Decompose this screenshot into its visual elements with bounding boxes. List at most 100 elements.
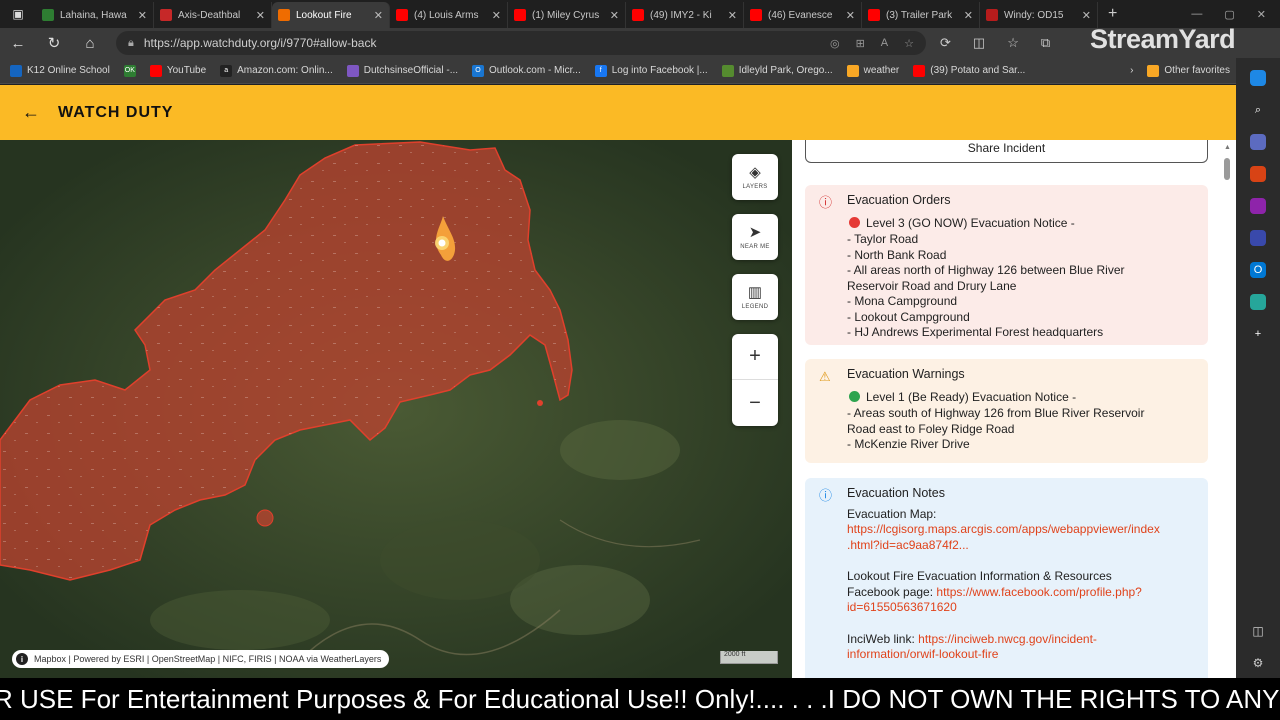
collections-icon[interactable]: ⧉	[1041, 35, 1050, 51]
copilot-icon[interactable]	[1250, 70, 1266, 86]
close-tab-icon[interactable]: ✕	[374, 9, 383, 22]
sidebar-toggle-icon[interactable]: ◫	[1252, 624, 1263, 638]
window-menu-icon[interactable]: ▣	[0, 0, 36, 28]
location-icon[interactable]: ◎	[830, 37, 840, 50]
layers-button[interactable]: ◈ LAYERS	[732, 154, 778, 200]
zoom-in-button[interactable]: +	[732, 334, 778, 380]
tab-favicon-icon	[986, 9, 998, 21]
app-icon[interactable]: ⊞	[856, 37, 865, 50]
extensions-icon[interactable]: ⟳	[940, 35, 951, 51]
evacuation-map-label: Evacuation Map:	[847, 506, 937, 521]
refresh-icon[interactable]: ↻	[36, 34, 72, 52]
brand-title: WATCH DUTY	[58, 103, 174, 121]
other-favorites-folder[interactable]: Other favorites	[1147, 64, 1230, 77]
add-icon[interactable]: +	[1250, 326, 1266, 342]
maximize-icon[interactable]: ▢	[1224, 8, 1234, 21]
home-icon[interactable]: ⌂	[72, 35, 108, 52]
browser-tab[interactable]: Lahaina, Hawa ✕	[36, 2, 154, 28]
scroll-up-icon[interactable]: ▲	[1224, 144, 1231, 151]
close-tab-icon[interactable]: ✕	[492, 9, 501, 22]
near-me-button[interactable]: ➤ NEAR ME	[732, 214, 778, 260]
browser-tab[interactable]: Axis-Deathbal ✕	[154, 2, 272, 28]
people-icon[interactable]	[1250, 198, 1266, 214]
bookmark-item[interactable]: K12 Online School	[10, 64, 110, 77]
red-status-dot-icon	[849, 216, 860, 228]
split-screen-icon[interactable]: ◫	[973, 35, 985, 51]
bookmark-item[interactable]: YouTube	[149, 64, 206, 77]
notice-line: - Lookout Campground	[847, 309, 970, 324]
bookmark-label: (39) Potato and Sar...	[930, 65, 1026, 76]
folder-icon	[1147, 64, 1160, 77]
settings-gear-icon[interactable]: ⚙	[1253, 656, 1264, 670]
back-arrow-icon[interactable]: ←	[22, 102, 40, 123]
bookmark-icon	[346, 64, 359, 77]
send-icon[interactable]	[1250, 294, 1266, 310]
tab-favicon-icon	[868, 9, 880, 21]
evacuation-map-link-cont[interactable]: .html?id=ac9aa874f2...	[847, 538, 1194, 554]
browser-tab[interactable]: (49) IMY2 - Ki ✕	[626, 2, 744, 28]
browser-tab[interactable]: Windy: OD15 ✕	[980, 2, 1098, 28]
close-tab-icon[interactable]: ✕	[138, 9, 147, 22]
games-icon[interactable]	[1250, 230, 1266, 246]
chevron-right-icon[interactable]: ›	[1130, 65, 1133, 76]
incident-panel[interactable]: Share Incident ⓘ Evacuation Orders Level…	[792, 140, 1236, 678]
close-tab-icon[interactable]: ✕	[964, 9, 973, 22]
inciweb-link[interactable]: https://inciweb.nwcg.gov/incident-	[918, 632, 1097, 646]
bookmark-item[interactable]: (39) Potato and Sar...	[913, 64, 1026, 77]
address-input[interactable]: 🔒︎ https://app.watchduty.org/i/9770#allo…	[116, 31, 926, 55]
bookmark-item[interactable]: f Log into Facebook |...	[594, 64, 708, 77]
share-incident-button[interactable]: Share Incident	[805, 140, 1208, 163]
read-aloud-icon[interactable]: A	[881, 37, 888, 50]
bookmark-icon	[913, 64, 926, 77]
favorite-star-icon[interactable]: ☆	[904, 37, 914, 50]
shopping-tag-icon[interactable]	[1250, 134, 1266, 150]
tab-favicon-icon	[160, 9, 172, 21]
tools-icon[interactable]	[1250, 166, 1266, 182]
close-window-icon[interactable]: ✕	[1257, 8, 1266, 21]
zoom-control: + −	[732, 334, 778, 426]
browser-tab[interactable]: Lookout Fire ✕	[272, 2, 390, 28]
tab-title: Windy: OD15	[1004, 9, 1064, 21]
tab-title: (3) Trailer Park	[886, 9, 953, 21]
bookmark-item[interactable]: Idleyld Park, Orego...	[721, 64, 833, 77]
close-tab-icon[interactable]: ✕	[846, 9, 855, 22]
zoom-out-button[interactable]: −	[732, 380, 778, 426]
evacuation-map-link[interactable]: https://lcgisorg.maps.arcgis.com/apps/we…	[847, 522, 1194, 538]
bookmark-label: Log into Facebook |...	[611, 65, 708, 76]
browser-tab[interactable]: (3) Trailer Park ✕	[862, 2, 980, 28]
bookmark-item[interactable]: DutchsinseOfficial -...	[346, 64, 458, 77]
browser-tab[interactable]: (1) Miley Cyrus ✕	[508, 2, 626, 28]
map-attribution[interactable]: i Mapbox | Powered by ESRI | OpenStreetM…	[12, 650, 390, 668]
panel-scrollbar[interactable]	[1224, 158, 1230, 180]
facebook-link[interactable]: https://www.facebook.com/profile.php?	[936, 585, 1141, 599]
info-icon[interactable]: i	[16, 653, 28, 665]
close-tab-icon[interactable]: ✕	[728, 9, 737, 22]
streamyard-watermark: StreamYard	[1090, 24, 1236, 54]
facebook-link-cont[interactable]: id=61550563671620	[847, 600, 1194, 616]
stream-ticker: R USE For Entertainment Purposes & For E…	[0, 678, 1280, 720]
favorites-icon[interactable]: ☆	[1007, 35, 1019, 51]
watch-duty-app: ← WATCH DUTY ◈ LAYERS ➤ NEAR ME ▥ LEGEND…	[0, 85, 1236, 678]
close-tab-icon[interactable]: ✕	[1082, 9, 1091, 22]
outlook-icon[interactable]: O	[1250, 262, 1266, 278]
browser-tab[interactable]: (4) Louis Arms ✕	[390, 2, 508, 28]
bookmark-item[interactable]: O Outlook.com - Micr...	[472, 64, 581, 77]
minimize-icon[interactable]: —	[1191, 8, 1202, 21]
back-arrow-icon[interactable]: ←	[0, 35, 36, 52]
close-tab-icon[interactable]: ✕	[610, 9, 619, 22]
layers-icon: ◈	[749, 163, 761, 181]
close-tab-icon[interactable]: ✕	[256, 9, 265, 22]
bookmark-item[interactable]: OK	[123, 64, 136, 77]
inciweb-link-cont[interactable]: information/orwif-lookout-fire	[847, 647, 1194, 663]
omnibox-icons: ◎ ⊞ A ☆	[830, 37, 914, 50]
search-icon[interactable]: ⌕	[1250, 102, 1266, 118]
tab-list: Lahaina, Hawa ✕ Axis-Deathbal ✕ Lookout Fire…	[36, 0, 1098, 28]
legend-button[interactable]: ▥ LEGEND	[732, 274, 778, 320]
bookmark-item[interactable]: a Amazon.com: Onlin...	[220, 64, 333, 77]
new-tab-button[interactable]: +	[1098, 5, 1127, 23]
tab-title: (4) Louis Arms	[414, 9, 479, 21]
bookmark-item[interactable]: weather	[846, 64, 899, 77]
fire-map[interactable]: ◈ LAYERS ➤ NEAR ME ▥ LEGEND + − i Mapbox…	[0, 140, 792, 678]
warning-triangle-icon: ⚠	[819, 369, 831, 384]
browser-tab[interactable]: (46) Evanesce ✕	[744, 2, 862, 28]
